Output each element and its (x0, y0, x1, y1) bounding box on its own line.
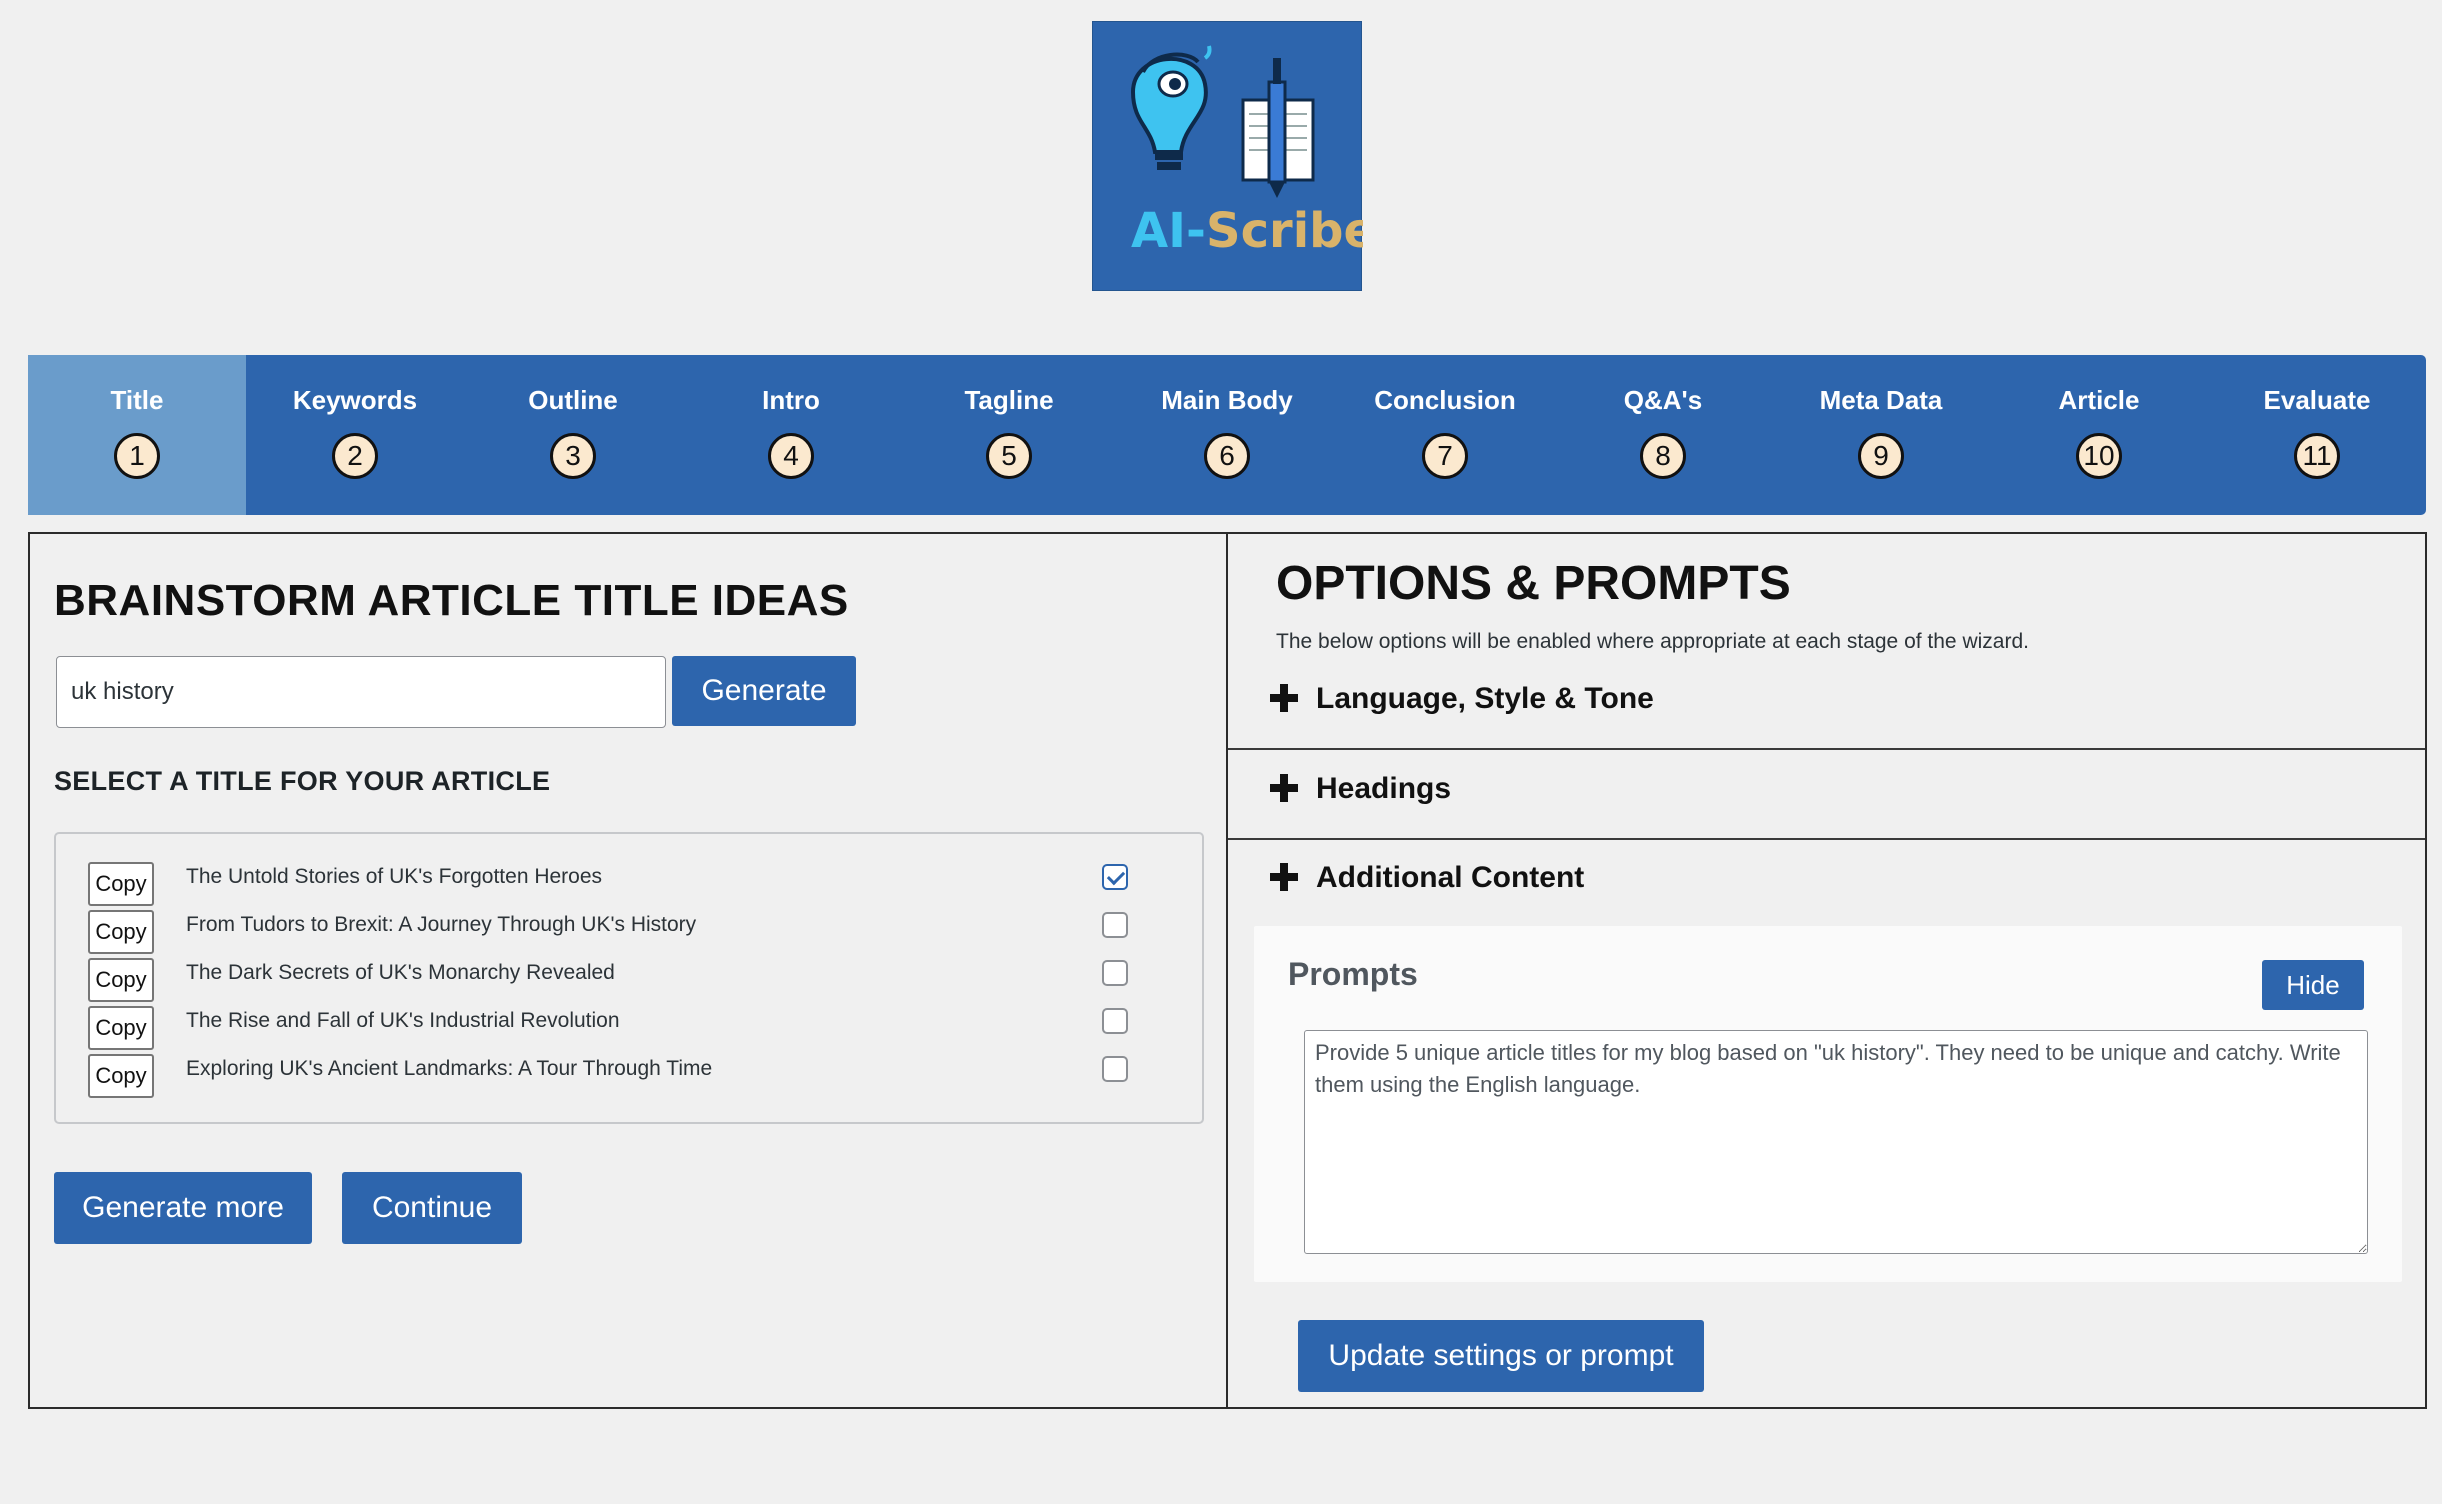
update-settings-button[interactable]: Update settings or prompt (1298, 1320, 1704, 1392)
brainstorm-heading: BRAINSTORM ARTICLE TITLE IDEAS (54, 576, 849, 625)
step-keywords[interactable]: Keywords 2 (246, 355, 464, 515)
step-title[interactable]: Title 1 (28, 355, 246, 515)
copy-button[interactable]: Copy (88, 958, 154, 1002)
ai-scribe-logo: AI- Scribe (1092, 21, 1363, 291)
title-option-text: The Rise and Fall of UK's Industrial Rev… (186, 1009, 620, 1032)
title-checkbox[interactable] (1102, 960, 1128, 986)
step-label: Article (2058, 385, 2140, 415)
options-heading: OPTIONS & PROMPTS (1276, 557, 1791, 610)
step-main-body[interactable]: Main Body 6 (1118, 355, 1336, 515)
step-number-badge: 7 (1422, 433, 1468, 479)
step-number-badge: 2 (332, 433, 378, 479)
step-conclusion[interactable]: Conclusion 7 (1336, 355, 1554, 515)
step-label: Conclusion (1374, 385, 1516, 415)
step-number-badge: 9 (1858, 433, 1904, 479)
step-number-badge: 10 (2076, 433, 2122, 479)
title-option-text: The Dark Secrets of UK's Monarchy Reveal… (186, 961, 615, 984)
title-option-text: Exploring UK's Ancient Landmarks: A Tour… (186, 1057, 713, 1080)
step-evaluate[interactable]: Evaluate 11 (2208, 355, 2426, 515)
step-label: Q&A's (1623, 385, 1703, 415)
copy-button[interactable]: Copy (88, 862, 154, 906)
continue-button[interactable]: Continue (342, 1172, 522, 1244)
prompts-box: Prompts Hide Provide 5 unique article ti… (1254, 926, 2402, 1282)
title-option-text: The Untold Stories of UK's Forgotten Her… (186, 865, 603, 888)
step-number-badge: 1 (114, 433, 160, 479)
step-outline[interactable]: Outline 3 (464, 355, 682, 515)
step-article[interactable]: Article 10 (1990, 355, 2208, 515)
copy-button[interactable]: Copy (88, 1006, 154, 1050)
title-checkbox[interactable] (1102, 1056, 1128, 1082)
step-number-badge: 3 (550, 433, 596, 479)
step-label: Intro (762, 385, 820, 415)
accordion-headings[interactable]: Headings (1228, 772, 2425, 864)
prompts-title: Prompts (1288, 956, 1418, 992)
copy-button[interactable]: Copy (88, 1054, 154, 1098)
accordion-label: Additional Content (1316, 861, 1585, 894)
plus-icon (1270, 774, 1298, 802)
divider (1228, 748, 2425, 750)
divider (1228, 838, 2425, 840)
select-title-heading: SELECT A TITLE FOR YOUR ARTICLE (54, 766, 551, 796)
topic-input[interactable] (56, 656, 666, 728)
title-row: Copy From Tudors to Brexit: A Journey Thr… (56, 910, 1202, 958)
step-label: Main Body (1161, 385, 1293, 415)
step-label: Evaluate (2263, 385, 2371, 415)
step-meta-data[interactable]: Meta Data 9 (1772, 355, 1990, 515)
hide-button[interactable]: Hide (2262, 960, 2364, 1010)
title-row: Copy The Untold Stories of UK's Forgotten… (56, 862, 1202, 910)
svg-text:Scribe: Scribe (1206, 203, 1363, 259)
wizard-steps-nav: Title 1 Keywords 2 Outline 3 Intro 4 Tagline 5 Mai… (28, 355, 2426, 515)
plus-icon (1270, 863, 1298, 891)
generate-button[interactable]: Generate (672, 656, 856, 726)
title-option-text: From Tudors to Brexit: A Journey Through… (186, 913, 697, 936)
step-number-badge: 5 (986, 433, 1032, 479)
generate-more-button[interactable]: Generate more (54, 1172, 312, 1244)
title-row: Copy Exploring UK's Ancient Landmarks: A … (56, 1054, 1202, 1102)
accordion-language-style-tone[interactable]: Language, Style & Tone (1228, 682, 2425, 774)
step-tagline[interactable]: Tagline 5 (900, 355, 1118, 515)
title-checkbox[interactable] (1102, 912, 1128, 938)
step-number-badge: 11 (2294, 433, 2340, 479)
brainstorm-panel: BRAINSTORM ARTICLE TITLE IDEAS Generate … (28, 532, 1228, 1409)
step-number-badge: 8 (1640, 433, 1686, 479)
title-row: Copy The Rise and Fall of UK's Industrial… (56, 1006, 1202, 1054)
copy-button[interactable]: Copy (88, 910, 154, 954)
options-panel: OPTIONS & PROMPTS The below options will… (1226, 532, 2427, 1409)
step-number-badge: 4 (768, 433, 814, 479)
plus-icon (1270, 684, 1298, 712)
step-q-a-s[interactable]: Q&A's 8 (1554, 355, 1772, 515)
prompt-textarea[interactable]: Provide 5 unique article titles for my b… (1304, 1030, 2368, 1254)
step-label: Meta Data (1819, 385, 1943, 415)
logo-graphic: AI- Scribe (1130, 45, 1363, 259)
title-list: Copy The Untold Stories of UK's Forgotten… (54, 832, 1204, 1124)
accordion-label: Language, Style & Tone (1316, 682, 1654, 715)
accordion-label: Headings (1316, 772, 1452, 805)
title-checkbox[interactable] (1102, 1008, 1128, 1034)
step-number-badge: 6 (1204, 433, 1250, 479)
step-label: Keywords (292, 385, 418, 415)
step-label: Outline (528, 385, 618, 415)
options-description: The below options will be enabled where … (1276, 630, 2029, 653)
step-label: Title (110, 385, 164, 415)
title-row: Copy The Dark Secrets of UK's Monarchy Re… (56, 958, 1202, 1006)
title-checkbox[interactable] (1102, 864, 1128, 890)
svg-text:AI-: AI- (1131, 203, 1206, 259)
step-intro[interactable]: Intro 4 (682, 355, 900, 515)
step-label: Tagline (964, 385, 1054, 415)
